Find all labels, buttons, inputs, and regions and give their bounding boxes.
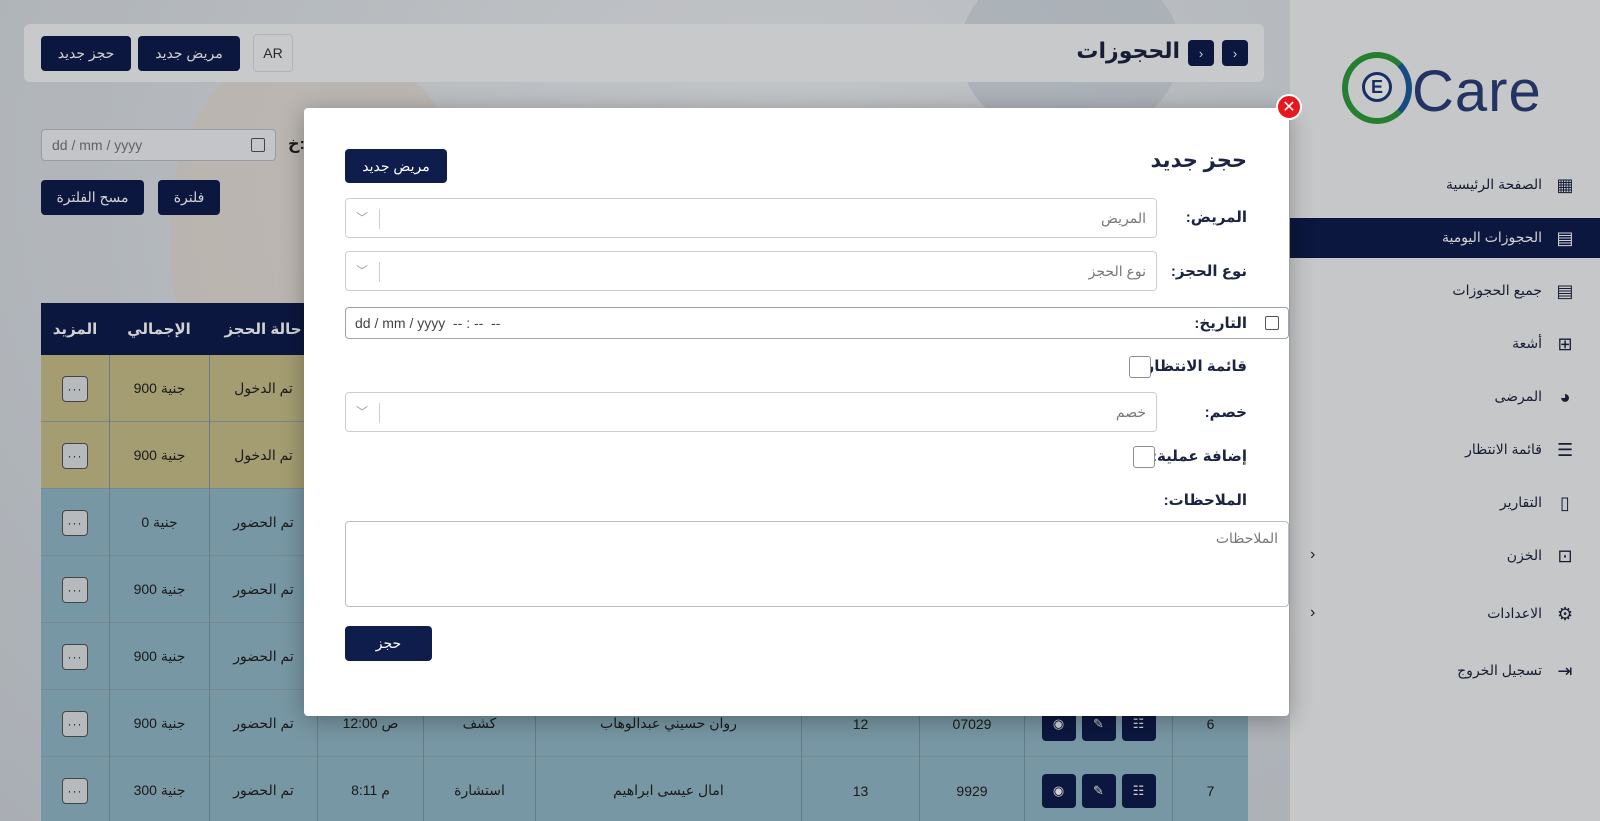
modal-title: حجز جديد (1150, 149, 1247, 172)
datetime-input[interactable]: dd / mm / yyyy -- : -- -- (345, 307, 1289, 339)
waitlist-label: قائمة الانتظار: (1140, 358, 1247, 375)
calendar-icon[interactable] (1265, 316, 1279, 330)
modal-new-patient-button[interactable]: مريض جديد (345, 149, 447, 183)
select-separator (379, 403, 380, 423)
notes-placeholder: الملاحظات (1215, 530, 1278, 546)
new-booking-modal: حجز جديد مريض جديد المريض: المريض ﹀ نوع … (304, 108, 1289, 716)
chevron-down-icon[interactable]: ﹀ (356, 209, 368, 226)
waitlist-checkbox[interactable] (1129, 356, 1151, 378)
submit-booking-button[interactable]: حجز (345, 626, 432, 661)
discount-select[interactable]: خصم ﹀ (345, 392, 1157, 432)
select-separator (379, 209, 380, 229)
patient-placeholder: المريض (1100, 210, 1146, 226)
discount-placeholder: خصم (1115, 404, 1146, 420)
patient-label: المريض: (1185, 209, 1247, 226)
booking-type-placeholder: نوع الحجز (1088, 263, 1146, 279)
patient-select[interactable]: المريض ﹀ (345, 198, 1157, 238)
booking-type-label: نوع الحجز: (1170, 263, 1247, 280)
booking-type-select[interactable]: نوع الحجز ﹀ (345, 251, 1157, 291)
chevron-down-icon[interactable]: ﹀ (356, 262, 368, 279)
close-icon[interactable]: ✕ (1276, 94, 1302, 120)
datetime-placeholder: dd / mm / yyyy -- : -- -- (355, 315, 501, 331)
chevron-down-icon[interactable]: ﹀ (356, 403, 368, 420)
notes-textarea[interactable]: الملاحظات (345, 521, 1289, 607)
select-separator (379, 262, 380, 282)
discount-label: خصم: (1204, 404, 1247, 421)
notes-label: الملاحظات: (1163, 492, 1247, 509)
add-procedure-checkbox[interactable] (1133, 446, 1155, 468)
add-procedure-label: إضافة عملية: (1152, 448, 1247, 465)
